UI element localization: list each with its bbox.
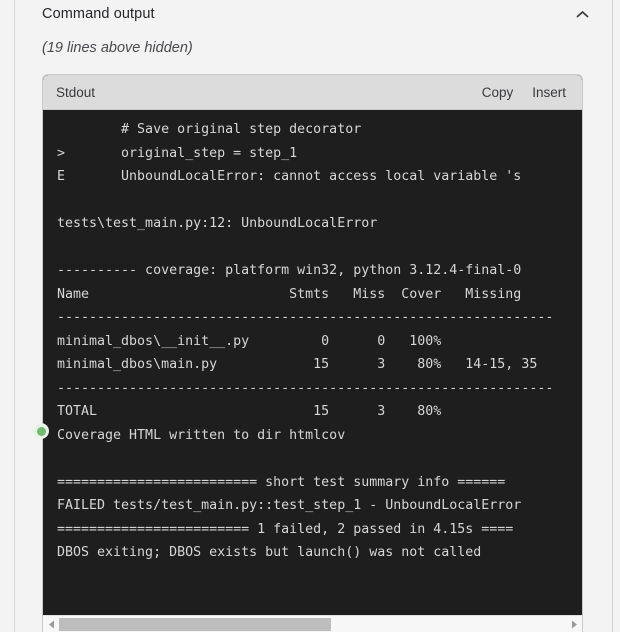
terminal-line: Coverage HTML written to dir htmlcov bbox=[57, 427, 346, 443]
triangle-left-icon[interactable] bbox=[43, 616, 59, 632]
terminal-line: minimal_dbos\main.py 15 3 80% 14-15, 35 bbox=[57, 357, 538, 372]
right-divider bbox=[612, 0, 613, 632]
status-dot bbox=[36, 426, 46, 436]
terminal-output[interactable]: # Save original step decorator > original… bbox=[43, 110, 582, 596]
insert-button[interactable]: Insert bbox=[532, 85, 566, 100]
terminal-line: ======================== 1 failed, 2 pas… bbox=[57, 521, 514, 537]
terminal-line: TOTAL 15 3 80% bbox=[57, 404, 442, 419]
terminal-lines: # Save original step decorator > original… bbox=[43, 118, 582, 565]
terminal-line: tests\test_main.py:12: UnboundLocalError bbox=[57, 216, 378, 231]
scrollbar-thumb[interactable] bbox=[59, 617, 331, 631]
terminal-line: minimal_dbos\__init__.py 0 0 100% bbox=[57, 333, 442, 349]
horizontal-scrollbar[interactable] bbox=[43, 615, 582, 632]
terminal-line: # Save original step decorator bbox=[57, 122, 362, 137]
green-status-dot-icon bbox=[33, 423, 49, 439]
command-output-panel: Command output (19 lines above hidden) S… bbox=[15, 0, 612, 632]
terminal-line: ----------------------------------------… bbox=[57, 310, 554, 325]
toolbar-actions: Copy Insert bbox=[482, 85, 566, 100]
stdout-code-card: Stdout Copy Insert # Save original step … bbox=[42, 74, 583, 632]
hidden-lines-note: (19 lines above hidden) bbox=[42, 40, 193, 56]
stdout-label: Stdout bbox=[56, 84, 96, 100]
terminal-line: DBOS exiting; DBOS exists but launch() w… bbox=[57, 545, 482, 560]
copy-button[interactable]: Copy bbox=[482, 85, 514, 100]
terminal-line: > original_step = step_1 bbox=[57, 145, 298, 161]
panel-header: Command output bbox=[15, 0, 612, 32]
terminal-line: E UnboundLocalError: cannot access local… bbox=[57, 169, 522, 184]
triangle-right-icon[interactable] bbox=[566, 616, 582, 632]
scrollbar-track[interactable] bbox=[59, 617, 566, 632]
terminal-line: FAILED tests/test_main.py::test_step_1 -… bbox=[57, 498, 522, 513]
terminal-line: ========================= short test sum… bbox=[57, 474, 506, 490]
page-title: Command output bbox=[42, 6, 155, 22]
terminal-line: ----------------------------------------… bbox=[57, 380, 554, 396]
code-toolbar: Stdout Copy Insert bbox=[43, 75, 582, 110]
chevron-up-icon[interactable] bbox=[572, 4, 592, 24]
terminal-line: Name Stmts Miss Cover Missing bbox=[57, 286, 522, 302]
terminal-line: ---------- coverage: platform win32, pyt… bbox=[57, 263, 522, 278]
